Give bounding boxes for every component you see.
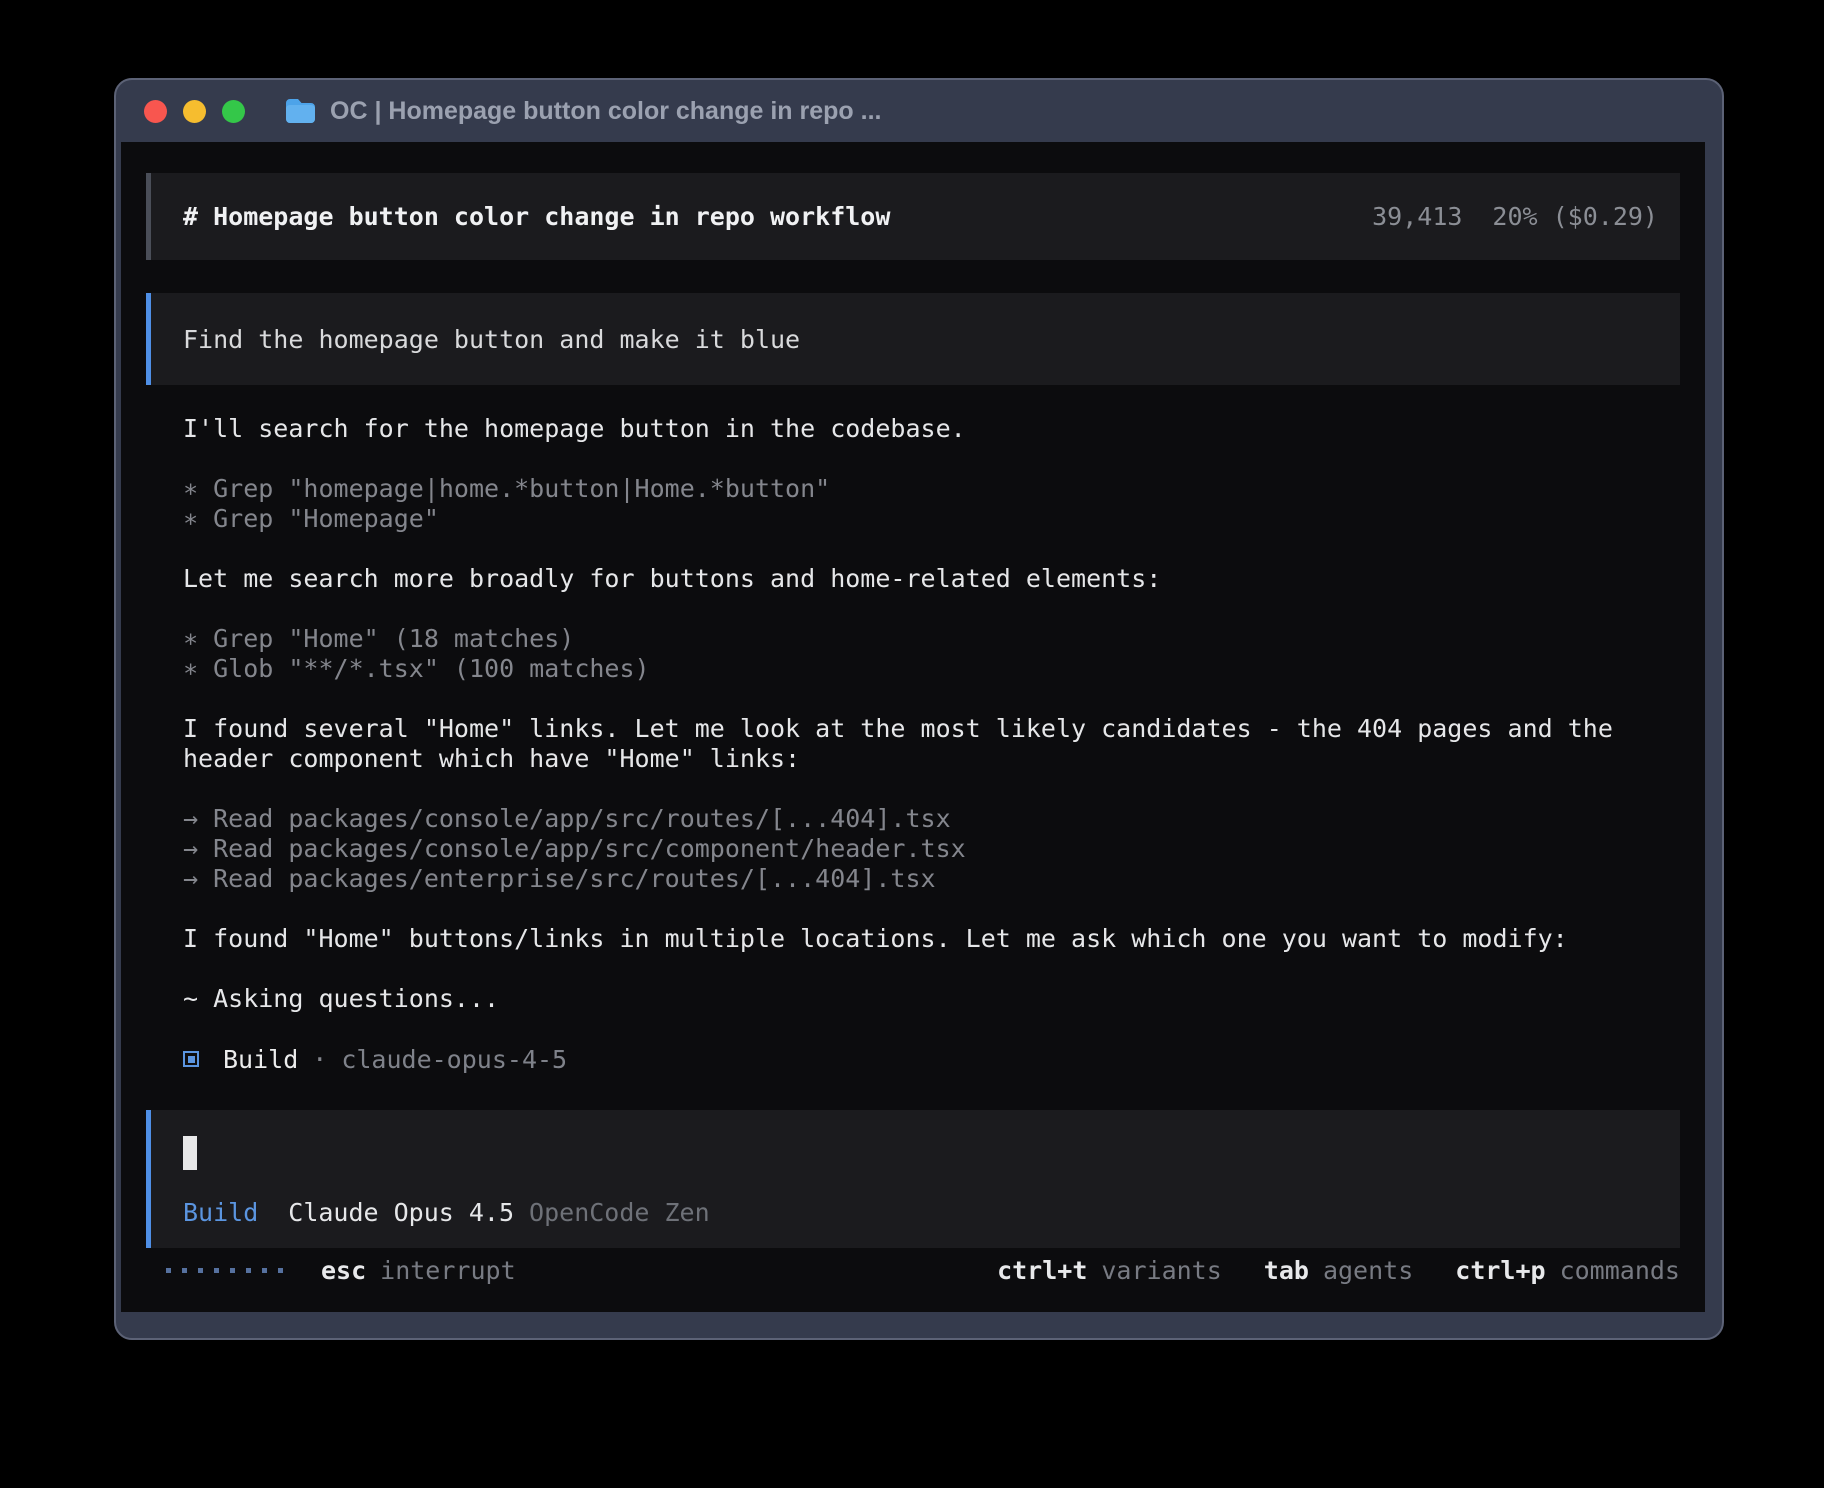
prompt-input[interactable]: Build Claude Opus 4.5 OpenCode Zen bbox=[146, 1110, 1680, 1248]
assistant-text-line: I found several "Home" links. Let me loo… bbox=[183, 714, 1665, 744]
assistant-transcript: I'll search for the homepage button in t… bbox=[183, 414, 1665, 1074]
glob-tool-line: ∗ Glob "**/*.tsx" (100 matches) bbox=[183, 654, 1665, 684]
hint-label: variants bbox=[1101, 1256, 1221, 1285]
user-message-text: Find the homepage button and make it blu… bbox=[183, 325, 800, 354]
read-tool-line: → Read packages/enterprise/src/routes/[.… bbox=[183, 864, 1665, 894]
spinner-dots bbox=[166, 1268, 283, 1273]
zoom-button[interactable] bbox=[222, 100, 245, 123]
app-window: OC | Homepage button color change in rep… bbox=[114, 78, 1724, 1340]
read-tool-line: → Read packages/console/app/src/componen… bbox=[183, 834, 1665, 864]
hint-variants: ctrl+t variants bbox=[997, 1256, 1222, 1285]
traffic-lights bbox=[144, 100, 245, 123]
grep-tool-line: ∗ Grep "Home" (18 matches) bbox=[183, 624, 1665, 654]
close-button[interactable] bbox=[144, 100, 167, 123]
session-stats: 39,413 20% ($0.29) bbox=[1372, 202, 1658, 231]
session-title: # Homepage button color change in repo w… bbox=[183, 202, 890, 231]
hint-label: commands bbox=[1560, 1256, 1680, 1285]
hint-interrupt: esc interrupt bbox=[321, 1256, 516, 1285]
session-header: # Homepage button color change in repo w… bbox=[146, 173, 1680, 260]
minimize-button[interactable] bbox=[183, 100, 206, 123]
assistant-paragraph: Let me search more broadly for buttons a… bbox=[183, 564, 1665, 594]
agent-status-row: Build · claude-opus-4-5 bbox=[183, 1044, 1665, 1074]
ctrl-t-key-hint: ctrl+t bbox=[997, 1256, 1087, 1285]
grep-tool-line: ∗ Grep "homepage|home.*button|Home.*butt… bbox=[183, 474, 1665, 504]
token-count: 39,413 bbox=[1372, 202, 1462, 231]
tab-key-hint: tab bbox=[1264, 1256, 1309, 1285]
window-title: OC | Homepage button color change in rep… bbox=[330, 97, 881, 126]
folder-icon bbox=[285, 98, 316, 124]
status-hintbar: esc interrupt ctrl+t variants tab agents… bbox=[121, 1255, 1705, 1285]
assistant-text-line: Let me search more broadly for buttons a… bbox=[183, 564, 1665, 594]
agent-name: Build bbox=[223, 1045, 298, 1074]
assistant-paragraph: ~ Asking questions... bbox=[183, 984, 1665, 1014]
model-bar: Build Claude Opus 4.5 OpenCode Zen bbox=[183, 1198, 1658, 1228]
assistant-text-line: I'll search for the homepage button in t… bbox=[183, 414, 1665, 444]
user-message: Find the homepage button and make it blu… bbox=[146, 293, 1680, 385]
read-tool-line: → Read packages/console/app/src/routes/[… bbox=[183, 804, 1665, 834]
active-agent-label[interactable]: Build bbox=[183, 1198, 258, 1228]
agent-icon bbox=[183, 1051, 199, 1067]
grep-tool-line: ∗ Grep "Homepage" bbox=[183, 504, 1665, 534]
assistant-text-line: header component which have "Home" links… bbox=[183, 744, 1665, 774]
terminal-content: # Homepage button color change in repo w… bbox=[121, 142, 1705, 1312]
text-cursor bbox=[183, 1136, 197, 1170]
assistant-status-line: ~ Asking questions... bbox=[183, 984, 1665, 1014]
esc-key-hint: esc bbox=[321, 1256, 366, 1285]
assistant-paragraph: I found "Home" buttons/links in multiple… bbox=[183, 924, 1665, 954]
model-id: claude-opus-4-5 bbox=[341, 1045, 567, 1074]
window-titlebar: OC | Homepage button color change in rep… bbox=[116, 80, 1722, 142]
hint-agents: tab agents bbox=[1264, 1256, 1413, 1285]
assistant-paragraph: I'll search for the homepage button in t… bbox=[183, 414, 1665, 444]
tool-call-group: ∗ Grep "homepage|home.*button|Home.*butt… bbox=[183, 474, 1665, 534]
tool-call-group: ∗ Grep "Home" (18 matches) ∗ Glob "**/*.… bbox=[183, 624, 1665, 684]
ctrl-p-key-hint: ctrl+p bbox=[1455, 1256, 1545, 1285]
assistant-text-line: I found "Home" buttons/links in multiple… bbox=[183, 924, 1665, 954]
assistant-paragraph: I found several "Home" links. Let me loo… bbox=[183, 714, 1665, 774]
hint-label: interrupt bbox=[380, 1256, 515, 1285]
hint-label: agents bbox=[1323, 1256, 1413, 1285]
active-model-label[interactable]: Claude Opus 4.5 bbox=[288, 1198, 514, 1228]
tool-call-group: → Read packages/console/app/src/routes/[… bbox=[183, 804, 1665, 894]
hint-commands: ctrl+p commands bbox=[1455, 1256, 1680, 1285]
context-cost: 20% ($0.29) bbox=[1492, 202, 1658, 231]
separator-dot: · bbox=[312, 1045, 327, 1074]
model-provider-label: OpenCode Zen bbox=[529, 1198, 710, 1228]
